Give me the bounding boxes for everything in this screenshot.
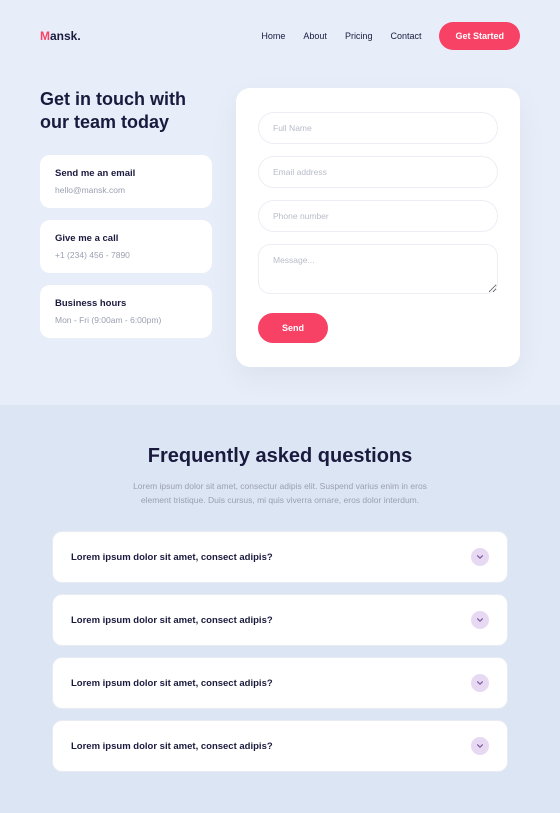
chevron-down-icon	[471, 737, 489, 755]
page-title: Get in touch with our team today	[40, 88, 212, 135]
nav-about[interactable]: About	[303, 31, 327, 41]
faq-question: Lorem ipsum dolor sit amet, consect adip…	[71, 615, 273, 626]
logo[interactable]: Mansk.	[40, 29, 81, 43]
faq-section: Frequently asked questions Lorem ipsum d…	[0, 405, 560, 813]
chevron-down-icon	[471, 674, 489, 692]
nav: Home About Pricing Contact Get Started	[261, 22, 520, 50]
faq-item[interactable]: Lorem ipsum dolor sit amet, consect adip…	[52, 720, 508, 772]
message-input[interactable]	[258, 244, 498, 294]
nav-home[interactable]: Home	[261, 31, 285, 41]
get-started-button[interactable]: Get Started	[439, 22, 520, 50]
chevron-down-icon	[471, 548, 489, 566]
phone-card-text: +1 (234) 456 - 7890	[55, 250, 197, 260]
faq-item[interactable]: Lorem ipsum dolor sit amet, consect adip…	[52, 594, 508, 646]
chevron-down-icon	[471, 611, 489, 629]
phone-card: Give me a call +1 (234) 456 - 7890	[40, 220, 212, 273]
send-button[interactable]: Send	[258, 313, 328, 343]
faq-question: Lorem ipsum dolor sit amet, consect adip…	[71, 741, 273, 752]
faq-title: Frequently asked questions	[52, 445, 508, 468]
hours-card-text: Mon - Fri (9:00am - 6:00pm)	[55, 315, 197, 325]
faq-item[interactable]: Lorem ipsum dolor sit amet, consect adip…	[52, 531, 508, 583]
contact-left: Get in touch with our team today Send me…	[40, 88, 212, 367]
email-card-text: hello@mansk.com	[55, 185, 197, 195]
name-input[interactable]	[258, 112, 498, 144]
contact-section: Get in touch with our team today Send me…	[0, 72, 560, 405]
faq-question: Lorem ipsum dolor sit amet, consect adip…	[71, 678, 273, 689]
hours-card-title: Business hours	[55, 298, 197, 309]
faq-question: Lorem ipsum dolor sit amet, consect adip…	[71, 552, 273, 563]
nav-contact[interactable]: Contact	[390, 31, 421, 41]
hours-card: Business hours Mon - Fri (9:00am - 6:00p…	[40, 285, 212, 338]
faq-desc: Lorem ipsum dolor sit amet, consectur ad…	[130, 480, 430, 507]
email-card-title: Send me an email	[55, 168, 197, 179]
header: Mansk. Home About Pricing Contact Get St…	[0, 0, 560, 72]
email-input[interactable]	[258, 156, 498, 188]
brand-name: ansk.	[50, 29, 81, 43]
contact-form: Send	[236, 88, 520, 367]
nav-pricing[interactable]: Pricing	[345, 31, 373, 41]
phone-input[interactable]	[258, 200, 498, 232]
faq-item[interactable]: Lorem ipsum dolor sit amet, consect adip…	[52, 657, 508, 709]
phone-card-title: Give me a call	[55, 233, 197, 244]
email-card: Send me an email hello@mansk.com	[40, 155, 212, 208]
